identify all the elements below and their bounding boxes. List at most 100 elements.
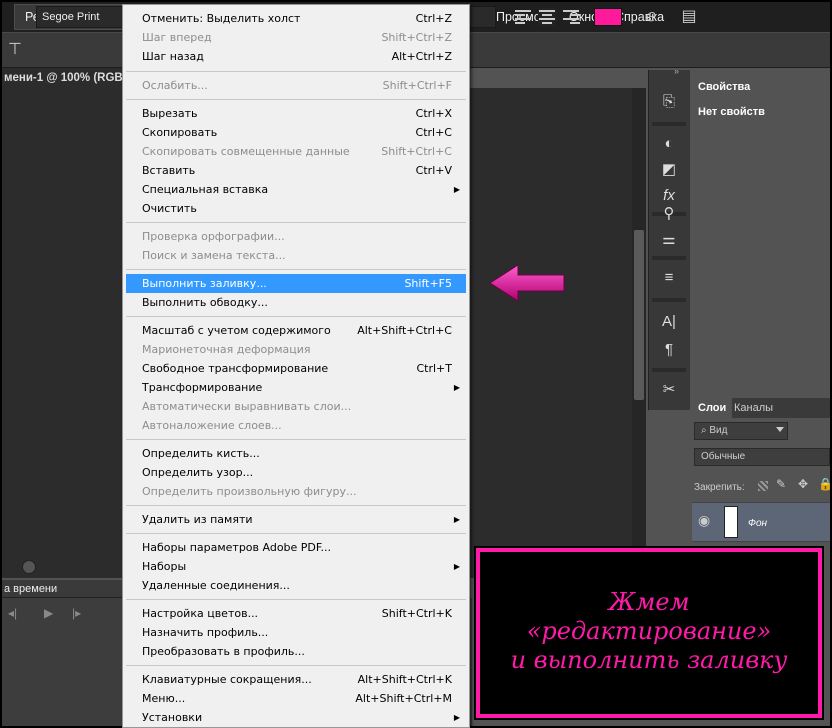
tab-channels[interactable]: Каналы <box>728 398 779 418</box>
menu-item-shortcut: Alt+Shift+Ctrl+K <box>357 673 452 686</box>
menu-item[interactable]: Скопировать Ctrl+C <box>126 123 466 142</box>
character-panel-icon[interactable]: ▤ <box>678 6 700 28</box>
font-family-select[interactable]: Segoe Print <box>36 6 126 28</box>
menu-separator <box>126 99 466 100</box>
clone-source-icon[interactable]: ≡ <box>657 266 681 290</box>
styles-icon[interactable]: ◩ <box>657 158 681 182</box>
menu-item-label: Клавиатурные сокращения... <box>142 673 312 686</box>
brush-presets-icon[interactable]: ⚌ <box>657 228 681 252</box>
menu-item-label: Вырезать <box>142 107 198 120</box>
menu-item-label: Назначить профиль... <box>142 626 269 639</box>
properties-tab[interactable]: Свойства <box>692 76 830 98</box>
menu-item[interactable]: Шаг назад Alt+Ctrl+Z <box>126 47 466 66</box>
menu-item-label: Наборы <box>142 560 187 573</box>
status-icon[interactable] <box>22 560 36 574</box>
text-orientation-icon[interactable]: ⊤ <box>4 39 26 61</box>
menu-item[interactable]: Вырезать Ctrl+X <box>126 104 466 123</box>
menu-item[interactable]: Выполнить заливку... Shift+F5 <box>126 274 466 293</box>
tab-layers[interactable]: Слои <box>692 398 733 418</box>
blend-mode-select[interactable]: Обычные <box>694 448 830 466</box>
menu-item[interactable]: Определить произвольную фигуру... <box>126 482 466 501</box>
menu-item[interactable]: Вставить Ctrl+V <box>126 161 466 180</box>
menu-item[interactable]: Шаг вперед Shift+Ctrl+Z <box>126 28 466 47</box>
chevron-down-icon[interactable] <box>776 427 784 432</box>
menu-item-label: Очистить <box>142 202 197 215</box>
menu-item[interactable]: Клавиатурные сокращения... Alt+Shift+Ctrl… <box>126 670 466 689</box>
layer-filter-select[interactable]: ⌕ Вид <box>694 422 788 440</box>
align-left-icon[interactable] <box>514 8 532 26</box>
menu-item[interactable]: Очистить <box>126 199 466 218</box>
timeline-tab[interactable]: а времени <box>2 580 122 598</box>
layer-filter-label: Вид <box>709 425 728 436</box>
menu-item-label: Марионеточная деформация <box>142 343 311 356</box>
menu-item-label: Определить произвольную фигуру... <box>142 485 357 498</box>
menu-item[interactable]: Марионеточная деформация <box>126 340 466 359</box>
menu-item[interactable]: Удаленные соединения... <box>126 576 466 595</box>
scrollbar-thumb[interactable] <box>634 230 644 400</box>
menu-item-label: Определить узор... <box>142 466 254 479</box>
menu-item[interactable]: Определить кисть... <box>126 444 466 463</box>
menu-separator <box>126 665 466 666</box>
menu-item[interactable]: Наборы ▶ <box>126 557 466 576</box>
menu-item[interactable]: Масштаб с учетом содержимого Alt+Shift+Ct… <box>126 321 466 340</box>
submenu-arrow-icon: ▶ <box>453 713 460 722</box>
menu-item[interactable]: Проверка орфографии... <box>126 227 466 246</box>
menu-separator <box>126 269 466 270</box>
menu-item[interactable]: Автоналожение слоев... <box>126 416 466 435</box>
menu-item[interactable]: Меню... Alt+Shift+Ctrl+M <box>126 689 466 708</box>
layer-name[interactable]: Фон <box>748 518 767 529</box>
menu-item[interactable]: Свободное трансформирование Ctrl+T <box>126 359 466 378</box>
next-frame-icon[interactable]: |▸ <box>72 606 81 620</box>
menu-item[interactable]: Назначить профиль... <box>126 623 466 642</box>
eye-icon[interactable]: ◉ <box>698 512 710 529</box>
menu-item[interactable]: Выполнить обводку... <box>126 293 466 312</box>
collapse-dock-icon[interactable]: » <box>674 66 679 76</box>
menu-item[interactable]: Ослабить... Shift+Ctrl+F <box>126 76 466 95</box>
menu-item[interactable]: Трансформирование ▶ <box>126 378 466 397</box>
menu-item[interactable]: Удалить из памяти ▶ <box>126 510 466 529</box>
menu-item[interactable]: Отменить: Выделить холст Ctrl+Z <box>126 9 466 28</box>
menu-item-shortcut: Shift+Ctrl+K <box>381 607 452 620</box>
brushes-icon[interactable]: ⚲ <box>657 202 681 226</box>
warp-text-icon[interactable]: ⅇ <box>640 6 662 28</box>
lock-position-icon[interactable]: ✥ <box>798 477 808 491</box>
paragraph-icon[interactable]: ¶ <box>657 338 681 362</box>
menu-item-label: Шаг назад <box>142 50 204 63</box>
document-tab[interactable]: мени-1 @ 100% (RGB/ <box>2 68 124 88</box>
menu-item[interactable]: Установки ▶ <box>126 708 466 727</box>
text-color-swatch[interactable] <box>594 8 622 26</box>
menu-item[interactable]: Специальная вставка ▶ <box>126 180 466 199</box>
menu-item-shortcut: Shift+Ctrl+Z <box>381 31 452 44</box>
menu-separator <box>126 599 466 600</box>
lock-pixels-icon[interactable]: ✎ <box>776 477 786 491</box>
menu-item-label: Преобразовать в профиль... <box>142 645 305 658</box>
lock-transparency-icon[interactable] <box>758 481 768 491</box>
adjustments-icon[interactable]: ◐ <box>657 132 681 156</box>
align-center-icon[interactable] <box>538 8 556 26</box>
annotation-text: Жмем «редактирование» и выполнить заливк… <box>480 588 818 675</box>
first-frame-icon[interactable]: ◂| <box>8 606 17 620</box>
no-properties-text: Нет свойств <box>698 106 765 118</box>
menu-item[interactable]: Преобразовать в профиль... <box>126 642 466 661</box>
menu-item-shortcut: Alt+Ctrl+Z <box>391 50 452 63</box>
menu-item-label: Автоматически выравнивать слои... <box>142 400 352 413</box>
menu-item[interactable]: Поиск и замена текста... <box>126 246 466 265</box>
menu-item-label: Выполнить заливку... <box>142 277 267 290</box>
menu-item[interactable]: Настройка цветов... Shift+Ctrl+K <box>126 604 466 623</box>
menu-item-label: Проверка орфографии... <box>142 230 285 243</box>
menu-item[interactable]: Определить узор... <box>126 463 466 482</box>
menu-item-label: Установки <box>142 711 203 724</box>
menu-item-label: Шаг вперед <box>142 31 212 44</box>
character-icon[interactable]: A| <box>657 310 681 334</box>
tool-presets-icon[interactable]: ✂ <box>657 378 681 402</box>
menu-item[interactable]: Наборы параметров Adobe PDF... <box>126 538 466 557</box>
lock-all-icon[interactable]: 🔒 <box>818 477 832 491</box>
menu-item-label: Ослабить... <box>142 79 208 92</box>
align-right-icon[interactable] <box>562 8 580 26</box>
menu-separator <box>126 439 466 440</box>
history-icon[interactable]: ⎘ <box>657 90 681 114</box>
menu-separator <box>126 533 466 534</box>
play-icon[interactable]: ▶ <box>44 606 53 620</box>
menu-item[interactable]: Автоматически выравнивать слои... <box>126 397 466 416</box>
menu-item[interactable]: Скопировать совмещенные данные Shift+Ctrl… <box>126 142 466 161</box>
